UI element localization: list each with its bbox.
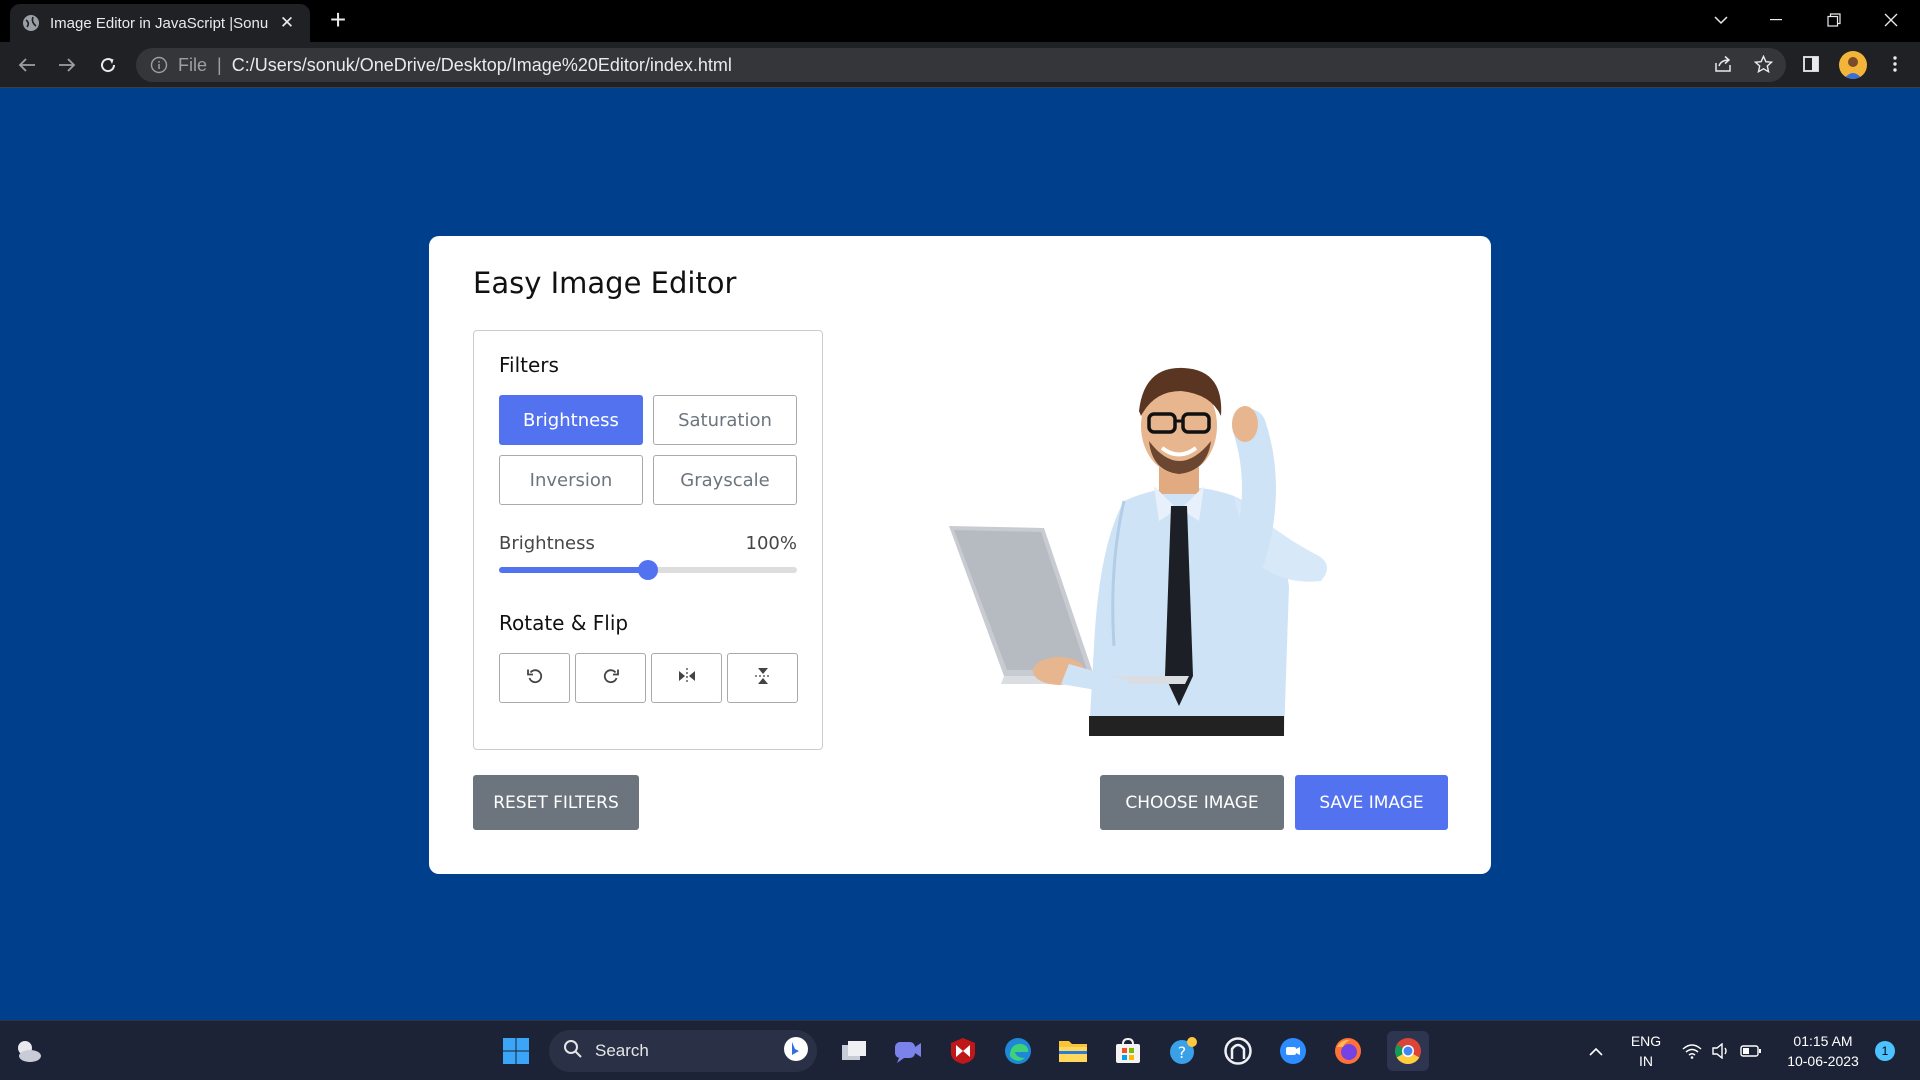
bing-icon[interactable]	[783, 1036, 809, 1067]
tab-title: Image Editor in JavaScript |Sonu	[50, 14, 269, 32]
microsoft-store-icon[interactable]	[1112, 1035, 1144, 1067]
image-preview	[949, 346, 1389, 736]
help-tips-icon[interactable]: ?	[1167, 1035, 1199, 1067]
restore-button[interactable]	[1805, 0, 1863, 40]
editor-card: Easy Image Editor Filters Brightness Sat…	[429, 236, 1491, 874]
brightness-slider[interactable]	[499, 560, 797, 580]
bookmark-star-icon[interactable]	[1749, 50, 1777, 78]
reset-filters-button[interactable]: Reset Filters	[473, 775, 639, 830]
side-panel-icon[interactable]	[1797, 50, 1825, 78]
slider-fill	[499, 567, 648, 573]
taskbar-search[interactable]: Search	[549, 1030, 817, 1072]
reload-button[interactable]	[94, 51, 122, 79]
close-tab-icon[interactable]: ✕	[276, 13, 298, 33]
minimize-button[interactable]	[1747, 0, 1805, 40]
url-text[interactable]: C:/Users/sonuk/OneDrive/Desktop/Image%20…	[232, 55, 732, 76]
teams-chat-icon[interactable]	[892, 1035, 924, 1067]
filter-saturation-button[interactable]: Saturation	[653, 395, 797, 445]
weather-icon[interactable]	[12, 1035, 44, 1067]
firefox-icon[interactable]	[1332, 1035, 1364, 1067]
share-icon[interactable]	[1709, 50, 1737, 78]
flip-horizontal-button[interactable]	[651, 653, 722, 703]
browser-tab-bar: Image Editor in JavaScript |Sonu ✕ +	[0, 0, 1920, 42]
chevron-up-icon[interactable]	[1580, 1035, 1612, 1067]
choose-image-button[interactable]: Choose Image	[1100, 775, 1284, 830]
search-icon	[563, 1039, 583, 1064]
rotate-right-button[interactable]	[575, 653, 646, 703]
new-tab-button[interactable]: +	[324, 6, 352, 35]
clock-time: 01:15 AM	[1793, 1033, 1853, 1049]
filter-inversion-button[interactable]: Inversion	[499, 455, 643, 505]
rotate-right-icon	[602, 667, 620, 690]
flip-vertical-icon	[754, 666, 772, 691]
separator: |	[217, 54, 222, 75]
controls-panel: Filters Brightness Saturation Inversion …	[473, 330, 823, 750]
language-label: ENG	[1630, 1033, 1662, 1049]
zoom-icon[interactable]	[1277, 1035, 1309, 1067]
file-explorer-icon[interactable]	[1057, 1035, 1089, 1067]
rotate-flip-heading: Rotate & Flip	[499, 611, 629, 635]
profile-avatar[interactable]	[1839, 51, 1867, 79]
slider-value: 100%	[745, 533, 797, 554]
mcafee-icon[interactable]	[947, 1035, 979, 1067]
forward-button[interactable]	[53, 51, 81, 79]
close-window-button[interactable]	[1862, 0, 1920, 40]
volume-icon[interactable]	[1705, 1035, 1737, 1067]
flip-vertical-button[interactable]	[727, 653, 798, 703]
search-label: Search	[595, 1041, 649, 1060]
info-icon[interactable]	[150, 56, 168, 74]
filter-grayscale-button[interactable]: Grayscale	[653, 455, 797, 505]
task-view-icon[interactable]	[838, 1035, 870, 1067]
filters-heading: Filters	[499, 353, 559, 377]
wifi-icon[interactable]	[1676, 1035, 1708, 1067]
start-windows-icon[interactable]	[500, 1035, 532, 1067]
rotate-left-icon	[526, 667, 544, 690]
browser-toolbar: File | C:/Users/sonuk/OneDrive/Desktop/I…	[0, 42, 1920, 88]
notification-badge[interactable]: 1	[1875, 1041, 1895, 1061]
browser-tab[interactable]: Image Editor in JavaScript |Sonu ✕	[10, 4, 310, 42]
chrome-icon[interactable]	[1387, 1031, 1429, 1071]
svg-text:?: ?	[1178, 1043, 1187, 1062]
back-button[interactable]	[13, 51, 41, 79]
slider-thumb[interactable]	[638, 560, 658, 580]
rotate-left-button[interactable]	[499, 653, 570, 703]
flip-horizontal-icon	[677, 667, 697, 690]
language-indicator[interactable]: ENG IN	[1624, 1031, 1668, 1071]
tab-search-icon[interactable]	[1692, 0, 1750, 40]
slider-info: Brightness 100%	[499, 533, 797, 554]
file-scheme-label: File	[178, 54, 208, 75]
clock[interactable]: 01:15 AM 10-06-2023	[1778, 1031, 1868, 1071]
filter-brightness-button[interactable]: Brightness	[499, 395, 643, 445]
slider-name: Brightness	[499, 533, 595, 554]
menu-kebab-icon[interactable]	[1881, 50, 1909, 78]
battery-icon[interactable]	[1735, 1035, 1767, 1067]
clock-date: 10-06-2023	[1787, 1053, 1859, 1069]
region-label: IN	[1639, 1053, 1653, 1069]
address-bar[interactable]: File | C:/Users/sonuk/OneDrive/Desktop/I…	[136, 48, 1786, 82]
taskbar: Search ? ENG IN 01:15 AM 10-06-2023 1	[0, 1020, 1920, 1080]
save-image-button[interactable]: Save Image	[1295, 775, 1448, 830]
page-title: Easy Image Editor	[473, 266, 737, 300]
edge-browser-icon[interactable]	[1002, 1035, 1034, 1067]
app-icon[interactable]	[1222, 1035, 1254, 1067]
globe-icon	[22, 14, 40, 32]
